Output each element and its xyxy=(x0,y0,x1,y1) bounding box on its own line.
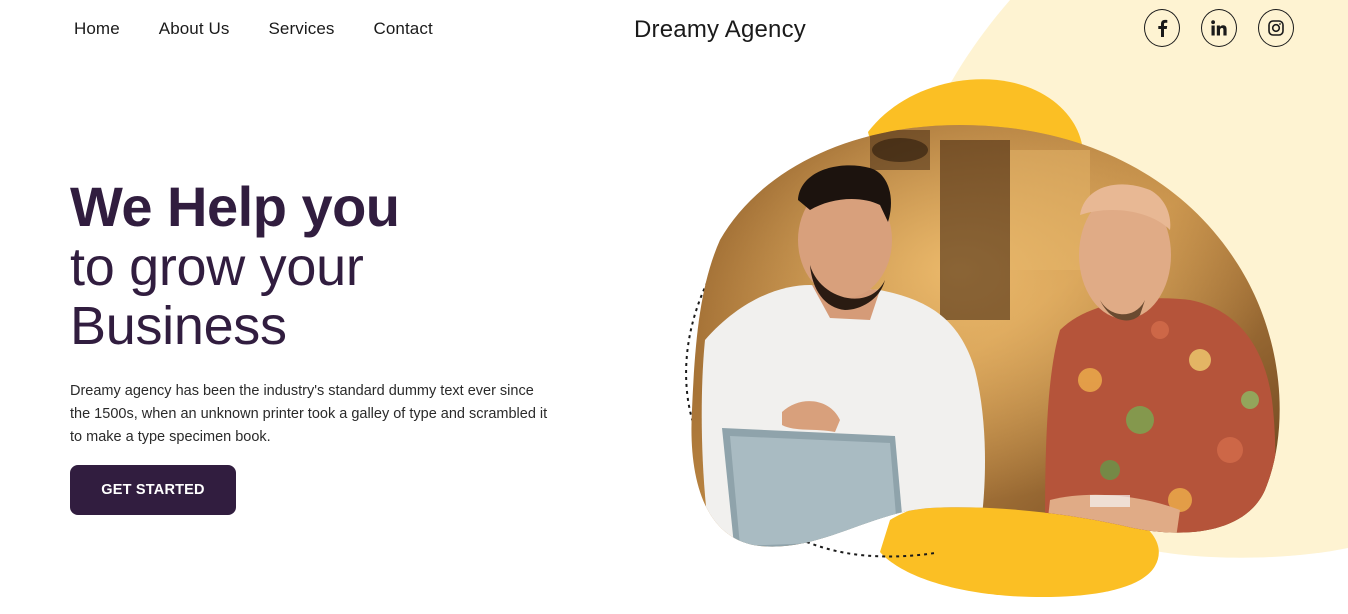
instagram-icon xyxy=(1268,20,1284,36)
main-nav: Home About Us Services Contact xyxy=(74,19,433,39)
instagram-link[interactable] xyxy=(1258,9,1294,47)
hero-heading: We Help you to grow your Business xyxy=(70,176,590,356)
get-started-button[interactable]: GET STARTED xyxy=(70,465,236,515)
hero-description: Dreamy agency has been the industry's st… xyxy=(70,383,548,445)
linkedin-icon xyxy=(1211,20,1227,36)
brand-logo[interactable]: Dreamy Agency xyxy=(634,16,806,44)
hero-heading-line-2: to grow your xyxy=(70,237,364,297)
social-links xyxy=(1144,9,1294,47)
nav-item-services[interactable]: Services xyxy=(268,19,334,39)
facebook-icon xyxy=(1157,19,1168,37)
nav-item-home[interactable]: Home xyxy=(74,19,120,39)
nav-item-about-us[interactable]: About Us xyxy=(159,19,230,39)
nav-item-contact[interactable]: Contact xyxy=(373,19,432,39)
facebook-link[interactable] xyxy=(1144,9,1180,47)
hero-heading-line-1: We Help you xyxy=(70,175,400,238)
hero-heading-line-3: Business xyxy=(70,297,287,356)
hero-section: We Help you to grow your Business Dreamy… xyxy=(70,176,590,515)
linkedin-link[interactable] xyxy=(1201,9,1237,47)
hero-heading-business: Business xyxy=(70,296,287,356)
